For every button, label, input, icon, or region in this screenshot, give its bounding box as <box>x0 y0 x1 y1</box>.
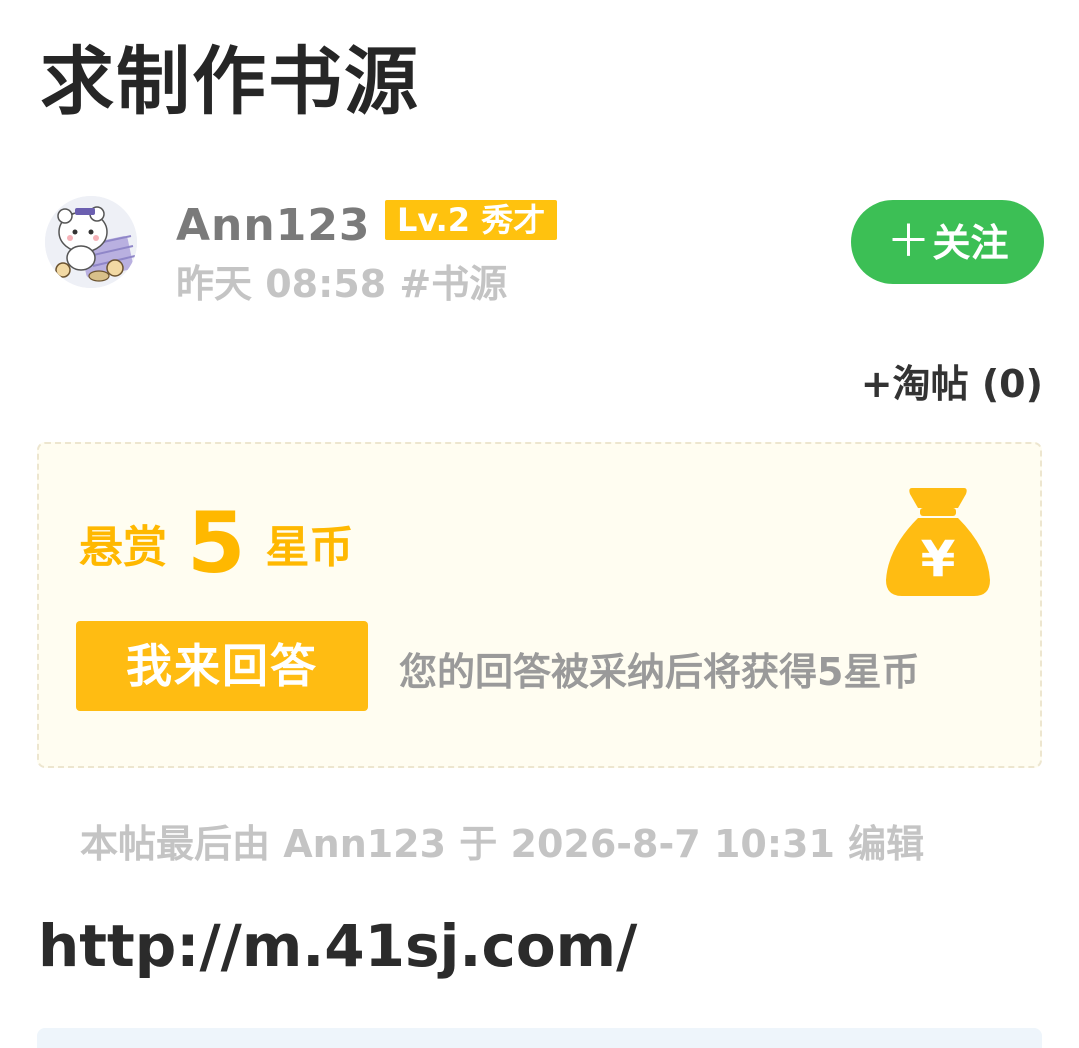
reward-amount: 5 <box>187 494 246 592</box>
answer-button[interactable]: 我来回答 <box>76 621 368 711</box>
post-body-link[interactable]: http://m.41sj.com/ <box>38 912 637 982</box>
tao-tie-button[interactable]: +淘帖 (0) <box>861 362 1043 408</box>
next-block-edge <box>37 1028 1042 1048</box>
author-row: Ann123 Lv.2 秀才 昨天 08:58 #书源 ＋关注 <box>40 190 1045 320</box>
reward-title: 悬赏 5 星币 <box>79 494 353 592</box>
plus-icon: ＋ <box>886 216 931 267</box>
post-title: 求制作书源 <box>40 39 420 125</box>
reward-hint: 您的回答被采纳后将获得5星币 <box>399 650 920 694</box>
money-bag-icon: ¥ <box>886 488 990 596</box>
level-badge: Lv.2 秀才 <box>385 200 558 240</box>
edit-note: 本帖最后由 Ann123 于 2026-8-7 10:31 编辑 <box>80 822 925 866</box>
author-name[interactable]: Ann123 <box>176 200 371 253</box>
yuan-symbol: ¥ <box>921 530 956 588</box>
follow-label: 关注 <box>932 221 1009 265</box>
avatar[interactable] <box>45 196 137 288</box>
reward-unit: 星币 <box>265 522 354 573</box>
hamster-avatar-icon <box>45 196 137 288</box>
follow-button[interactable]: ＋关注 <box>851 200 1044 284</box>
reward-card: 悬赏 5 星币 ¥ 我来回答 您的回答被采纳后将获得5星币 <box>37 442 1042 768</box>
reward-prefix: 悬赏 <box>79 522 167 573</box>
post-meta: 昨天 08:58 #书源 <box>176 262 508 306</box>
